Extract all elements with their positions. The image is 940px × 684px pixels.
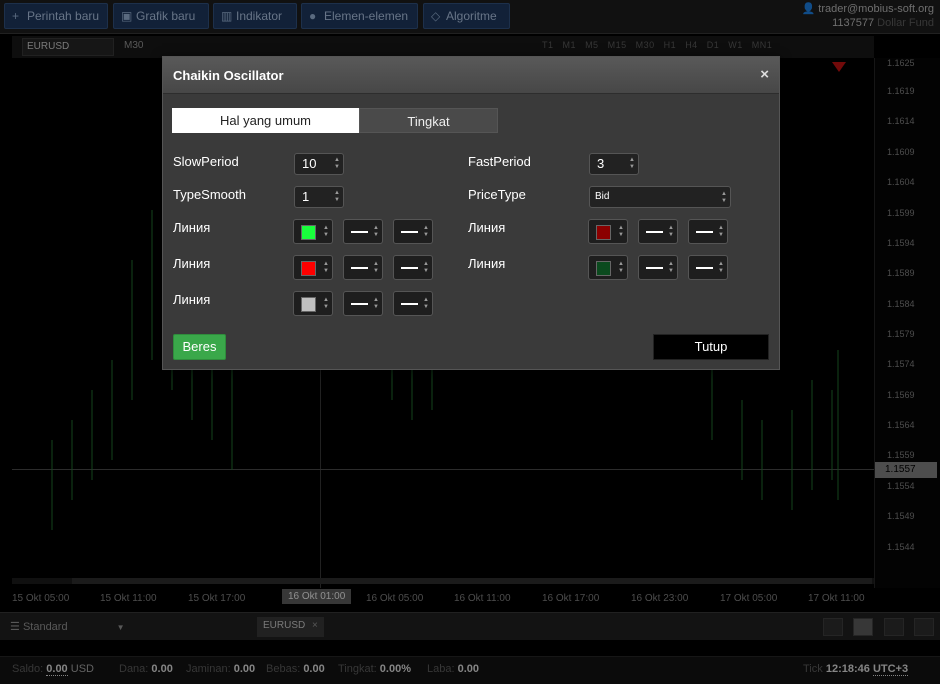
color-swatch (301, 297, 316, 312)
dialog-title: Chaikin Oscillator (173, 68, 284, 83)
type-smooth-input[interactable]: 1 ▲ ▼ (294, 186, 344, 208)
line-style-select[interactable]: ▲ ▼ (638, 219, 678, 244)
line-label: Линия (468, 220, 506, 235)
color-swatch (301, 261, 316, 276)
line-color-picker[interactable]: ▲ ▼ (293, 219, 333, 244)
type-smooth-value: 1 (302, 189, 310, 204)
fast-period-label: FastPeriod (468, 154, 531, 169)
spinner-icon[interactable]: ▲ ▼ (334, 190, 340, 204)
price-type-select[interactable]: Bid ▲ ▼ (589, 186, 731, 208)
spinner-icon[interactable]: ▲ ▼ (629, 157, 635, 171)
line-style-icon (351, 267, 368, 269)
spinner-icon: ▲ ▼ (423, 261, 429, 274)
line-color-picker[interactable]: ▲ ▼ (293, 255, 333, 280)
spinner-icon: ▲ ▼ (323, 297, 329, 310)
line-width-icon (696, 267, 713, 269)
color-swatch (301, 225, 316, 240)
slow-period-value: 10 (302, 156, 317, 171)
spinner-icon: ▲ ▼ (323, 261, 329, 274)
indicator-settings-dialog: Chaikin Oscillator × Hal yang umum Tingk… (162, 56, 780, 370)
spinner-icon: ▲ ▼ (618, 261, 624, 274)
line-style-select[interactable]: ▲ ▼ (343, 219, 383, 244)
line-label: Линия (468, 256, 506, 271)
line-width-icon (401, 231, 418, 233)
spinner-icon: ▲ ▼ (718, 261, 724, 274)
line-color-picker[interactable]: ▲ ▼ (588, 255, 628, 280)
tab-levels[interactable]: Tingkat (359, 108, 498, 133)
spinner-icon: ▲ ▼ (668, 261, 674, 274)
line-width-icon (401, 303, 418, 305)
line-style-icon (351, 231, 368, 233)
spinner-icon: ▲ ▼ (618, 225, 624, 238)
dialog-tabs: Hal yang umum Tingkat (172, 108, 498, 134)
spinner-icon: ▲ ▼ (373, 261, 379, 274)
line-width-select[interactable]: ▲ ▼ (393, 291, 433, 316)
line-width-select[interactable]: ▲ ▼ (688, 219, 728, 244)
line-color-picker[interactable]: ▲ ▼ (293, 291, 333, 316)
color-swatch (596, 225, 611, 240)
spinner-icon: ▲ ▼ (373, 297, 379, 310)
spinner-icon: ▲ ▼ (423, 297, 429, 310)
line-style-icon (646, 267, 663, 269)
fast-period-input[interactable]: 3 ▲ ▼ (589, 153, 639, 175)
line-label: Линия (173, 220, 211, 235)
price-type-label: PriceType (468, 187, 526, 202)
line-width-select[interactable]: ▲ ▼ (688, 255, 728, 280)
close-button[interactable]: Tutup (653, 334, 769, 360)
ok-button[interactable]: Beres (173, 334, 226, 360)
type-smooth-label: TypeSmooth (173, 187, 246, 202)
slow-period-input[interactable]: 10 ▲ ▼ (294, 153, 344, 175)
tab-general[interactable]: Hal yang umum (172, 108, 359, 133)
line-width-icon (696, 231, 713, 233)
spinner-icon: ▲ ▼ (323, 225, 329, 238)
line-style-select[interactable]: ▲ ▼ (343, 291, 383, 316)
spinner-icon: ▲ ▼ (423, 225, 429, 238)
line-label: Линия (173, 292, 211, 307)
line-style-select[interactable]: ▲ ▼ (638, 255, 678, 280)
line-width-select[interactable]: ▲ ▼ (393, 219, 433, 244)
spinner-icon: ▲ ▼ (373, 225, 379, 238)
spinner-icon: ▲ ▼ (718, 225, 724, 238)
price-type-value: Bid (595, 191, 610, 202)
slow-period-label: SlowPeriod (173, 154, 239, 169)
fast-period-value: 3 (597, 156, 605, 171)
line-label: Линия (173, 256, 211, 271)
line-style-icon (646, 231, 663, 233)
line-width-icon (401, 267, 418, 269)
line-style-icon (351, 303, 368, 305)
line-style-select[interactable]: ▲ ▼ (343, 255, 383, 280)
spinner-icon: ▲ ▼ (668, 225, 674, 238)
line-color-picker[interactable]: ▲ ▼ (588, 219, 628, 244)
spinner-icon[interactable]: ▲ ▼ (334, 157, 340, 171)
line-width-select[interactable]: ▲ ▼ (393, 255, 433, 280)
chevron-icon: ▲ ▼ (721, 191, 727, 204)
color-swatch (596, 261, 611, 276)
close-icon[interactable]: × (760, 66, 769, 83)
dialog-header: Chaikin Oscillator × (163, 57, 779, 94)
